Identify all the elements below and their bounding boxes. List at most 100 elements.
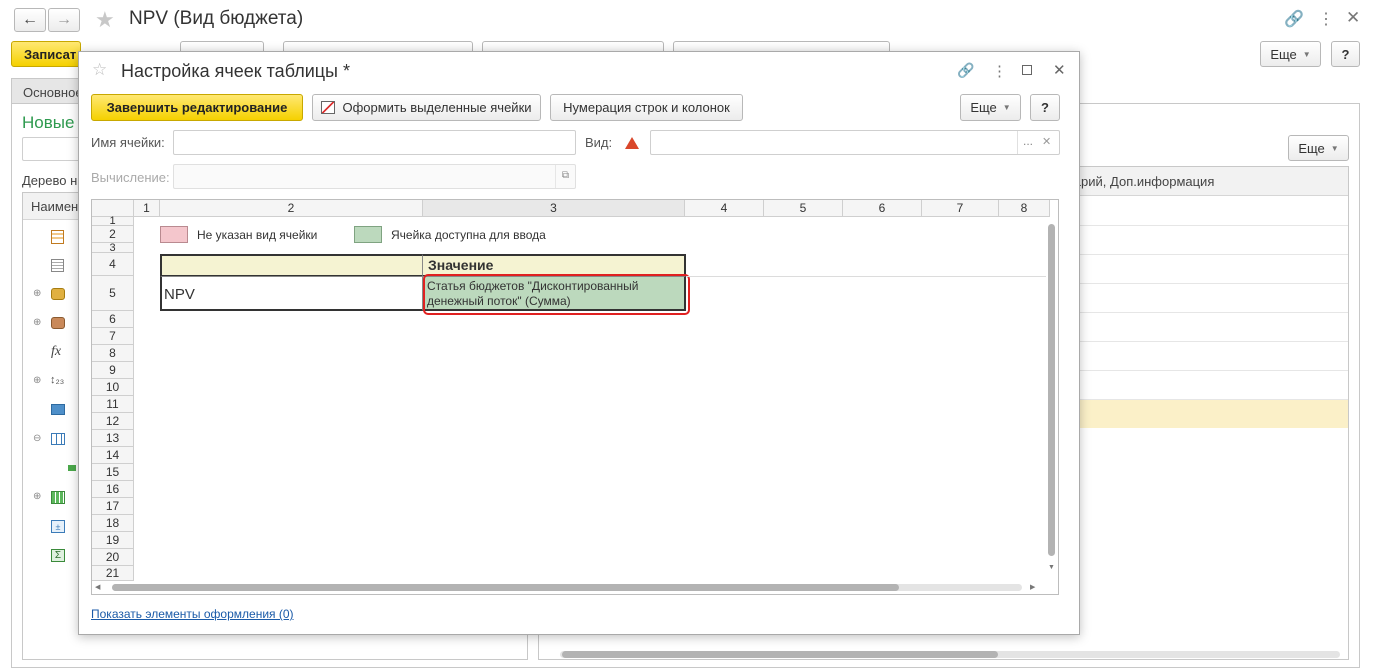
right-more-label: Еще	[1298, 140, 1325, 156]
dialog-more-label: Еще	[970, 100, 997, 115]
expand-plus-icon-4[interactable]: ⊕	[33, 491, 41, 502]
legend-input-swatch	[354, 226, 382, 243]
finish-editing-button[interactable]: Завершить редактирование	[91, 94, 303, 121]
plus-minus-icon: ±	[51, 520, 65, 533]
main-more-button[interactable]: Еще ▼	[1260, 41, 1321, 67]
row5-name-text: NPV	[164, 286, 195, 303]
legend-not-set-label: Не указан вид ячейки	[197, 228, 318, 242]
show-design-elements-link[interactable]: Показать элементы оформления (0)	[91, 607, 294, 621]
vertical-scrollbar-thumb[interactable]	[1048, 224, 1055, 556]
view-clear-icon[interactable]: ✕	[1042, 135, 1051, 148]
row-header-3[interactable]: 3	[92, 242, 134, 254]
right-more-button[interactable]: Еще ▼	[1288, 135, 1349, 161]
row-header-19[interactable]: 19	[92, 532, 134, 549]
save-button[interactable]: Записат	[11, 41, 81, 67]
cell-name-input[interactable]	[173, 130, 576, 155]
column-header-4[interactable]: 4	[685, 200, 764, 217]
header-cell-name[interactable]	[160, 254, 423, 277]
close-icon[interactable]: ✕	[1346, 8, 1360, 28]
dialog-link-icon[interactable]: 🔗	[957, 62, 974, 79]
chevron-down-icon: ▼	[1302, 49, 1311, 59]
row-header-6[interactable]: 6	[92, 311, 134, 328]
calc-label: Вычисление:	[91, 170, 170, 185]
back-button[interactable]: ←	[14, 8, 46, 32]
expand-plus-icon-2[interactable]: ⊕	[33, 317, 41, 328]
format-icon	[321, 101, 336, 114]
row-header-17[interactable]: 17	[92, 498, 134, 515]
row-header-13[interactable]: 13	[92, 430, 134, 447]
view-input[interactable]	[650, 130, 1060, 155]
right-row-line-5	[1060, 341, 1348, 342]
view-label: Вид:	[585, 135, 613, 150]
main-help-button[interactable]: ?	[1331, 41, 1360, 67]
chevron-down-icon-2: ▼	[1330, 143, 1339, 153]
column-header-6[interactable]: 6	[843, 200, 922, 217]
small-green-icon	[68, 465, 76, 471]
star-icon[interactable]: ★	[95, 7, 115, 33]
right-scrollbar-thumb[interactable]	[562, 651, 998, 658]
row-header-18[interactable]: 18	[92, 515, 134, 532]
forward-button[interactable]: →	[48, 8, 80, 32]
row-header-4[interactable]: 4	[92, 253, 134, 276]
row-header-12[interactable]: 12	[92, 413, 134, 430]
header-value-label: Значение	[428, 257, 494, 273]
right-column-header: тарий, Доп.информация	[1068, 174, 1215, 189]
more-vertical-icon[interactable]: ⋮	[1318, 9, 1334, 29]
column-header-8[interactable]: 8	[999, 200, 1050, 217]
row-header-21[interactable]: 21	[92, 566, 134, 581]
coins-icon	[51, 288, 65, 300]
numbering-button[interactable]: Нумерация строк и колонок	[550, 94, 743, 121]
list-icon	[51, 259, 64, 272]
tab-main[interactable]: Основное	[11, 78, 83, 104]
format-cells-label: Оформить выделенные ячейки	[342, 100, 532, 115]
link-icon[interactable]: 🔗	[1284, 9, 1304, 29]
column-header-2[interactable]: 2	[160, 200, 423, 217]
dialog-star-icon[interactable]: ☆	[92, 60, 107, 80]
row-header-20[interactable]: 20	[92, 549, 134, 566]
spreadsheet[interactable]: 1 2 3 4 5 6 7 8 1 2 3 4 5 6 7 8 9 10 11 …	[91, 199, 1059, 595]
calc-input[interactable]	[173, 164, 576, 189]
scroll-right-icon[interactable]: ▶	[1030, 583, 1035, 591]
calc-open-icon[interactable]: ⧉	[555, 165, 575, 188]
row-header-14[interactable]: 14	[92, 447, 134, 464]
row-header-9[interactable]: 9	[92, 362, 134, 379]
view-select-button[interactable]: ...	[1017, 131, 1038, 154]
legend-not-set-swatch	[160, 226, 188, 243]
expand-plus-icon-3[interactable]: ⊕	[33, 375, 41, 386]
row-header-8[interactable]: 8	[92, 345, 134, 362]
left-search-field[interactable]	[22, 137, 82, 161]
row-header-2[interactable]: 2	[92, 226, 134, 243]
row-header-15[interactable]: 15	[92, 464, 134, 481]
row-header-16[interactable]: 16	[92, 481, 134, 498]
column-header-3[interactable]: 3	[423, 200, 685, 217]
right-row-line-6	[1060, 370, 1348, 371]
row-header-7[interactable]: 7	[92, 328, 134, 345]
row-header-11[interactable]: 11	[92, 396, 134, 413]
legend-input-label: Ячейка доступна для ввода	[391, 228, 546, 242]
maximize-icon[interactable]	[1022, 65, 1032, 75]
chevron-down-icon-3: ▼	[1002, 103, 1011, 112]
horizontal-scrollbar-thumb[interactable]	[112, 584, 899, 591]
format-cells-button[interactable]: Оформить выделенные ячейки	[312, 94, 541, 121]
column-header-5[interactable]: 5	[764, 200, 843, 217]
row-header-10[interactable]: 10	[92, 379, 134, 396]
row-header-1[interactable]: 1	[92, 215, 134, 227]
dialog-more-button[interactable]: Еще ▼	[960, 94, 1021, 121]
column-header-7[interactable]: 7	[922, 200, 999, 217]
dialog-more-vertical-icon[interactable]: ⋮	[992, 62, 1007, 80]
expand-plus-icon[interactable]: ⊕	[33, 288, 41, 299]
dialog-close-icon[interactable]: ✕	[1053, 61, 1066, 79]
table-icon	[51, 433, 65, 445]
folder-icon	[51, 404, 65, 415]
scroll-left-icon[interactable]: ◀	[95, 583, 100, 591]
window-title: NPV (Вид бюджета)	[129, 8, 304, 29]
warning-icon	[625, 137, 639, 149]
column-header-1[interactable]: 1	[134, 200, 160, 217]
collapse-minus-icon[interactable]: ⊖	[33, 433, 41, 444]
row-header-5[interactable]: 5	[92, 276, 134, 311]
arrow-right-icon: →	[56, 11, 72, 28]
scroll-down-icon[interactable]: ▼	[1048, 564, 1055, 571]
row5-name-cell[interactable]	[160, 276, 423, 311]
right-selected-row[interactable]	[1060, 400, 1348, 428]
dialog-help-button[interactable]: ?	[1030, 94, 1060, 121]
